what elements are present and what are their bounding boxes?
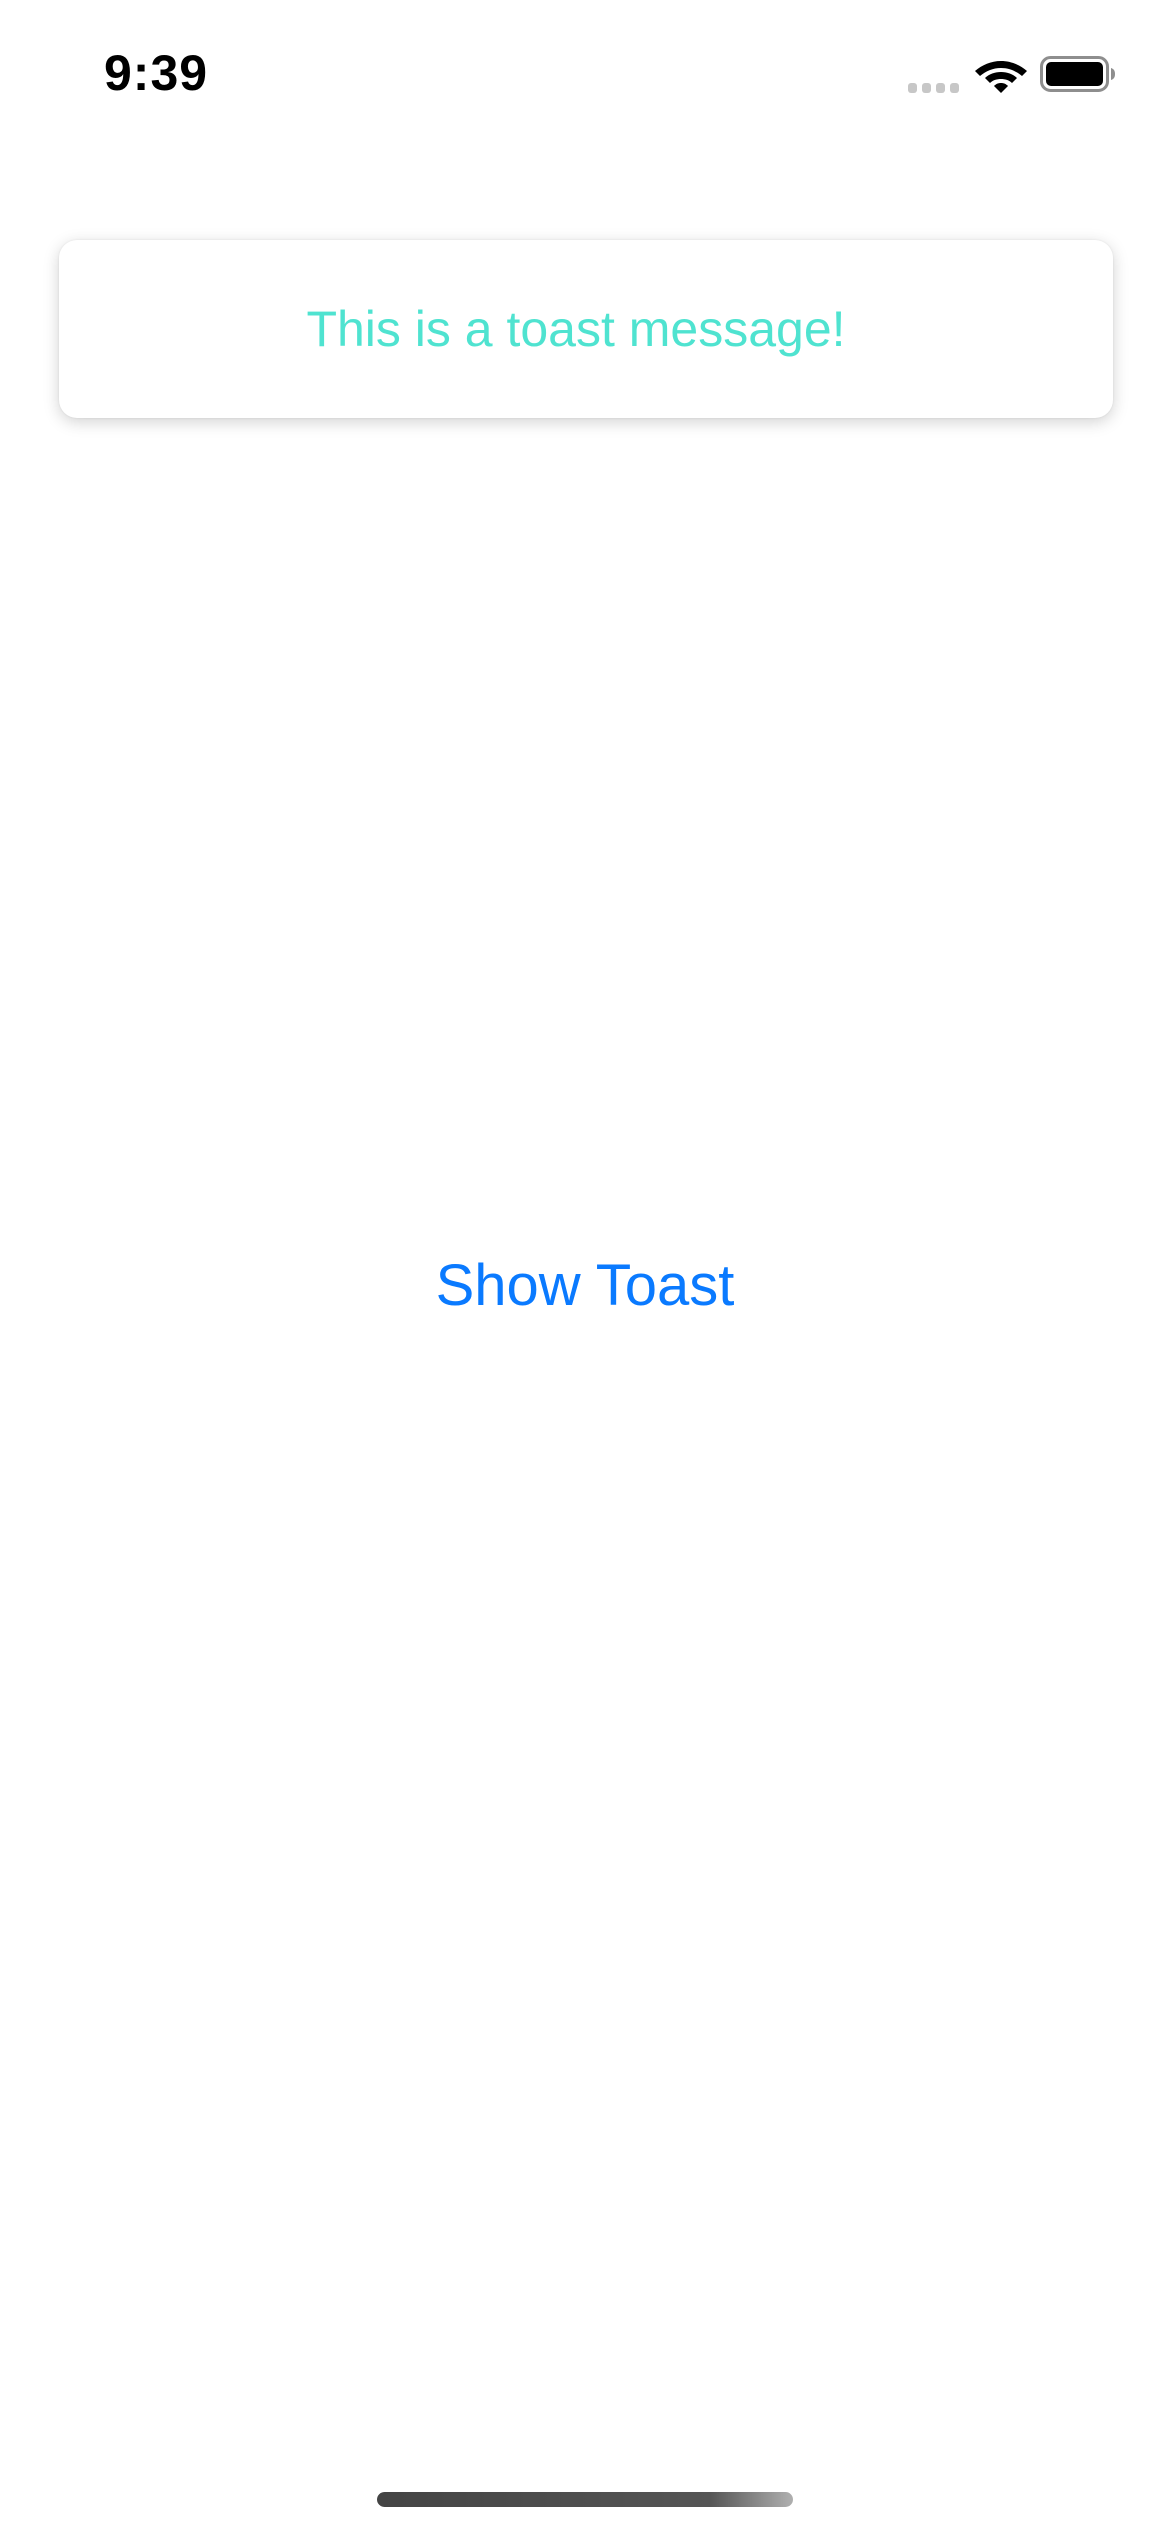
toast-banner: This is a toast message! [59,240,1113,418]
home-indicator[interactable] [377,2492,793,2507]
battery-icon [1040,56,1115,92]
wifi-icon [975,61,1027,93]
toast-message: This is a toast message! [306,301,846,357]
status-time: 9:39 [104,45,209,101]
status-bar: 9:39 [0,0,1170,150]
signal-icon [908,83,959,93]
show-toast-button[interactable]: Show Toast [385,1240,785,1330]
